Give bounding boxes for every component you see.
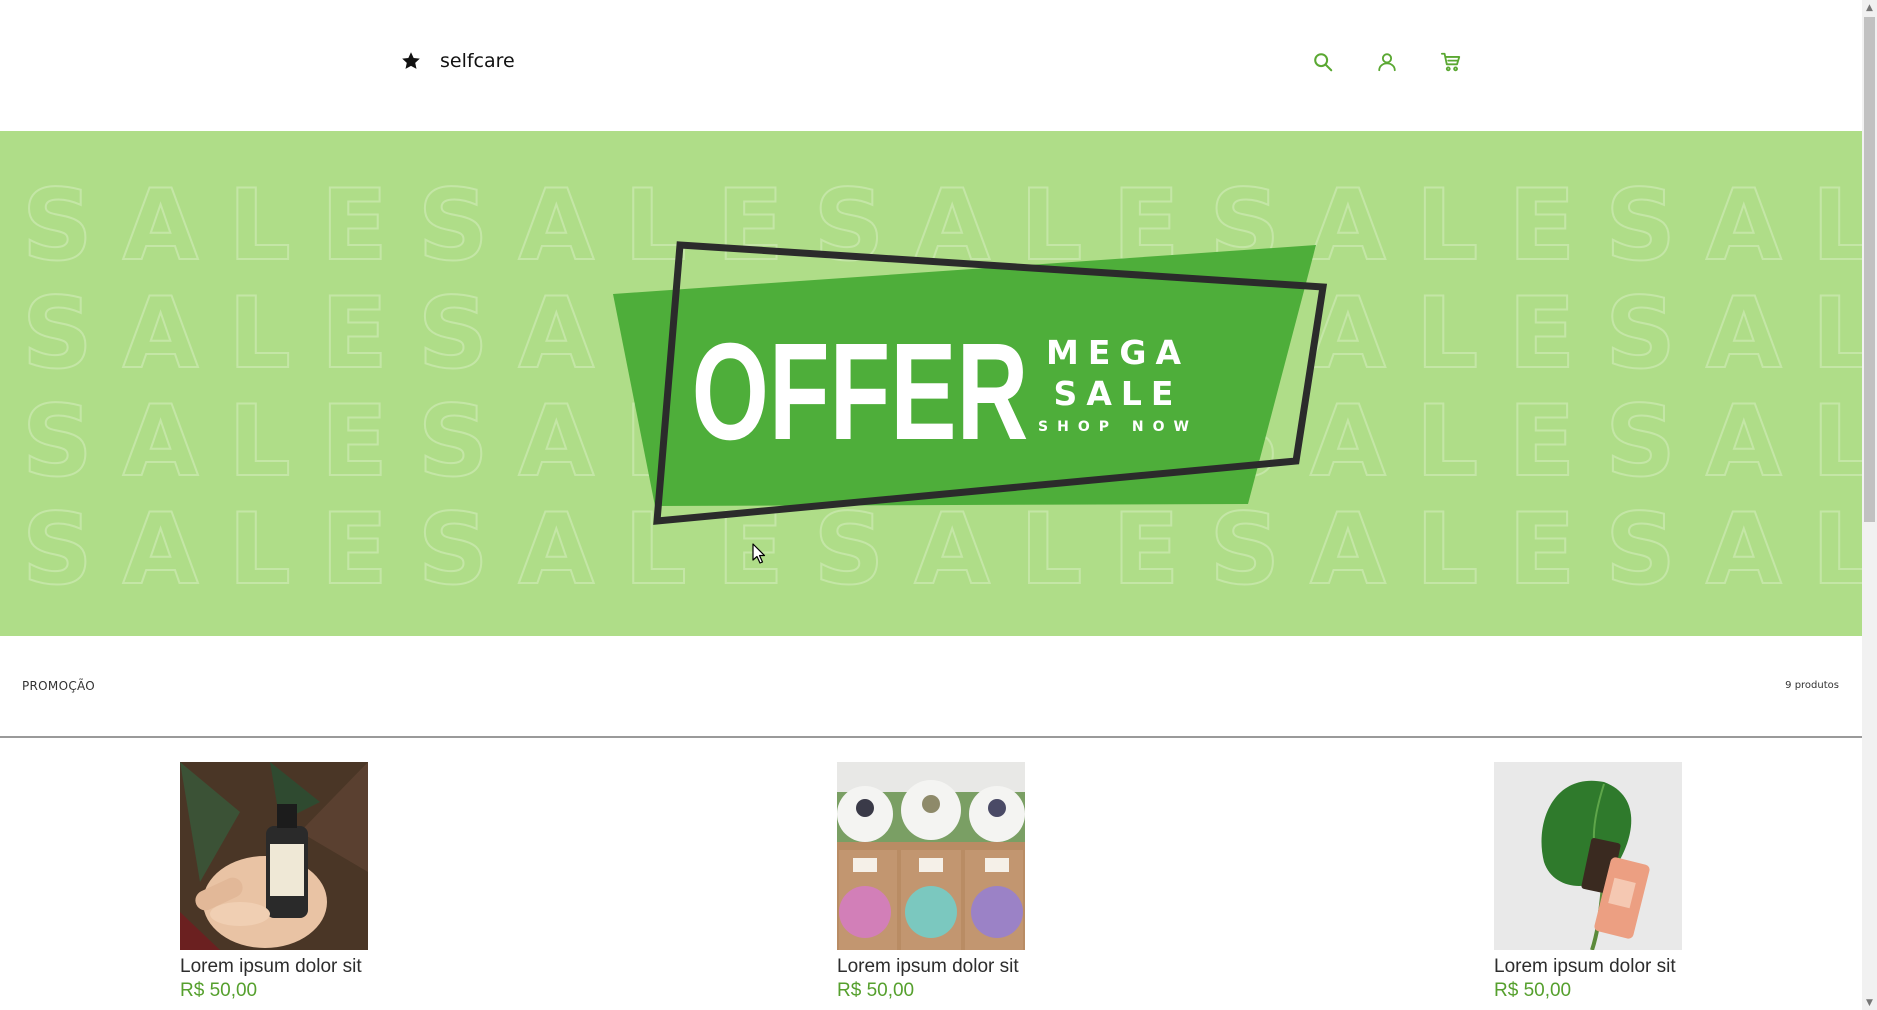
scrollbar-thumb[interactable] bbox=[1864, 17, 1875, 522]
star-icon bbox=[402, 52, 420, 69]
shop-now-label: SHOP NOW bbox=[1038, 419, 1198, 435]
brand-name: selfcare bbox=[440, 50, 515, 72]
scroll-up-arrow-icon[interactable]: ▲ bbox=[1862, 0, 1877, 15]
search-button[interactable] bbox=[1310, 49, 1336, 75]
user-icon bbox=[1378, 53, 1396, 72]
background-sale-text: SALESALESALESALESALESALE bbox=[22, 493, 1862, 607]
product-card[interactable]: Lorem ipsum dolor sit R$ 50,00 bbox=[180, 762, 370, 1002]
product-name[interactable]: Lorem ipsum dolor sit bbox=[1494, 956, 1684, 978]
cart-button[interactable] bbox=[1438, 49, 1464, 75]
site-header: selfcare bbox=[0, 0, 1862, 130]
search-icon bbox=[1314, 53, 1333, 72]
offer-title: OFFER bbox=[692, 315, 1029, 469]
scroll-down-arrow-icon[interactable]: ▼ bbox=[1862, 995, 1877, 1010]
hero-banner[interactable]: SALESALESALESALESALESALE SALESALESALESAL… bbox=[0, 131, 1862, 636]
section-title: PROMOÇÃO bbox=[22, 679, 96, 693]
cart-icon bbox=[1440, 52, 1461, 72]
section-header: PROMOÇÃO 9 produtos bbox=[0, 636, 1862, 738]
brand-logo[interactable]: selfcare bbox=[400, 50, 515, 72]
page: selfcare SALESALESALESALESA SALESALESALE… bbox=[0, 0, 1877, 1010]
product-image[interactable] bbox=[180, 762, 368, 950]
product-count: 9 produtos bbox=[1785, 680, 1839, 691]
product-price: R$ 50,00 bbox=[180, 980, 258, 1001]
sale-label: SALE bbox=[1054, 374, 1183, 413]
product-name[interactable]: Lorem ipsum dolor sit bbox=[837, 956, 1027, 978]
product-image[interactable] bbox=[1494, 762, 1682, 950]
product-price: R$ 50,00 bbox=[1494, 980, 1572, 1001]
page-scrollbar[interactable]: ▲ ▼ bbox=[1862, 0, 1877, 1010]
background-sale-text: SALESALESALESALESALESALE bbox=[22, 169, 1862, 283]
product-card[interactable]: Lorem ipsum dolor sit R$ 50,00 bbox=[1494, 762, 1684, 1002]
sale-banner-graphic: SALESALESALESALESALESALE SALESALESALESAL… bbox=[21, 168, 1862, 608]
account-button[interactable] bbox=[1374, 49, 1400, 75]
header-actions bbox=[1310, 49, 1464, 75]
product-price: R$ 50,00 bbox=[837, 980, 915, 1001]
product-name[interactable]: Lorem ipsum dolor sit bbox=[180, 956, 370, 978]
mega-label: MEGA bbox=[1046, 333, 1190, 372]
product-image[interactable] bbox=[837, 762, 1025, 950]
product-card[interactable]: Lorem ipsum dolor sit R$ 50,00 bbox=[837, 762, 1027, 1002]
